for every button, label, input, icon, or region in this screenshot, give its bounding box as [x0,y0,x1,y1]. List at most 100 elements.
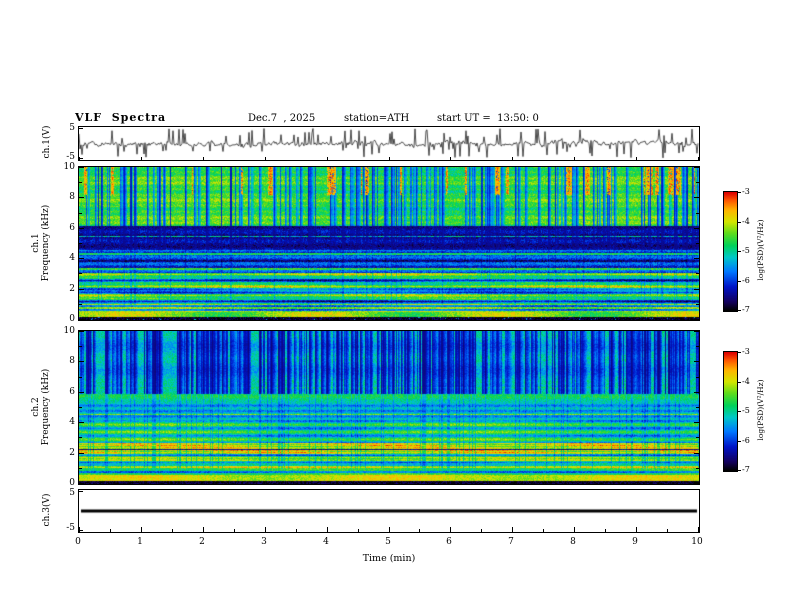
spec2-y-tick-label: 2 [69,448,75,458]
x-minor-tick-mark [296,529,297,532]
ch3-waveform-canvas [79,490,699,532]
spec1-y-tick-mark [79,304,82,305]
ch1-waveform-panel [78,126,700,161]
station-label: station=ATH [344,113,410,124]
x-tick-mark [389,527,390,532]
x-tick-mark [450,157,451,160]
x-tick-mark [512,527,513,532]
cbar2-tick-label: -4 [742,377,750,386]
x-tick-mark [636,157,637,160]
spec2-y-tick-label: 10 [63,326,75,336]
x-tick-mark [327,527,328,532]
cbar1-tick-label: -5 [742,246,750,255]
x-tick-mark [265,157,266,160]
x-tick-label: 6 [446,537,452,547]
spec1-y-tick-mark [696,273,699,274]
x-minor-tick-mark [172,529,173,532]
ch3-y-tick-mark [79,491,83,492]
cbar1-tick-label: -7 [742,305,750,314]
x-tick-label: 1 [137,537,143,547]
ch2-label-line2: Frequency (kHz) [41,368,51,446]
cbar1-tick-mark [738,251,741,252]
spec1-y-tick-label: 8 [69,192,75,202]
x-minor-tick-mark [605,529,606,532]
ch1-spectrogram-ylabel: ch.1 Frequency (kHz) [31,188,51,298]
x-minor-tick-mark [481,529,482,532]
cbar2-tick-mark [738,352,741,353]
spec1-y-tick-mark [79,319,84,320]
x-tick-mark [450,527,451,532]
ch1-waveform-ylabel: ch.1(V) [42,125,52,159]
spec1-y-tick-mark [694,289,699,290]
spec2-y-tick-mark [694,453,699,454]
spec1-y-tick-mark [79,167,84,168]
ch3-ymin-label: -5 [66,523,75,533]
x-tick-mark [636,527,637,532]
x-tick-mark [141,157,142,160]
spec2-y-tick-mark [696,407,699,408]
ch1-waveform-canvas [79,127,699,160]
spec2-y-tick-mark [79,453,84,454]
ch2-spectrogram-ylabel: ch.2 Frequency (kHz) [31,352,51,462]
x-minor-tick-mark [543,529,544,532]
spec2-y-tick-mark [694,422,699,423]
spec2-y-tick-label: 8 [69,356,75,366]
x-minor-tick-mark [234,529,235,532]
cbar1-tick-label: -6 [742,276,750,285]
ch2-spectrogram-panel [78,330,700,485]
spec2-y-tick-mark [79,392,84,393]
spec1-y-tick-mark [694,197,699,198]
spec1-y-tick-mark [696,182,699,183]
spec1-y-tick-mark [79,258,84,259]
wave-ymin-label: -5 [66,152,75,162]
spec1-y-tick-label: 4 [69,253,75,263]
date-label: Dec.7 , 2025 [248,113,316,124]
cbar1-tick-label: -4 [742,217,750,226]
cbar1-tick-mark [738,222,741,223]
x-tick-mark [389,157,390,160]
cbar1-tick-mark [738,281,741,282]
x-minor-tick-mark [667,529,668,532]
x-tick-mark [327,157,328,160]
spec1-y-tick-mark [79,182,82,183]
spec1-y-tick-mark [694,319,699,320]
cbar2-tick-label: -6 [742,436,750,445]
x-tick-label: 0 [75,537,81,547]
x-tick-mark [265,527,266,532]
spec2-y-tick-mark [694,331,699,332]
ch3-y-tick-mark [79,530,83,531]
spec2-y-tick-mark [694,483,699,484]
spec2-y-tick-mark [696,346,699,347]
ch3-ymax-label: 5 [69,488,75,498]
x-tick-label: 7 [508,537,514,547]
spec2-y-tick-mark [79,483,84,484]
cbar2-tick-label: -7 [742,465,750,474]
spec1-y-tick-mark [696,304,699,305]
colorbar-1-canvas [724,192,737,311]
spec2-y-tick-mark [79,361,84,362]
ch1-label-line1: ch.1 [31,233,41,253]
x-minor-tick-mark [110,529,111,532]
x-tick-mark [203,157,204,160]
wave-y-tick-mark [79,128,83,129]
wave-y-tick-mark [79,158,83,159]
x-tick-mark [574,157,575,160]
spec2-y-tick-mark [79,468,82,469]
spec1-y-tick-mark [694,167,699,168]
x-tick-label: 3 [261,537,267,547]
ch1-label-line2: Frequency (kHz) [41,204,51,282]
x-tick-mark [698,157,699,160]
spec1-y-tick-mark [79,197,84,198]
wave-ymax-label: 5 [69,123,75,133]
cbar1-tick-mark [738,310,741,311]
ch1-spectrogram-canvas [79,167,699,320]
x-minor-tick-mark [358,529,359,532]
x-tick-mark [698,527,699,532]
ch2-label-line1: ch.2 [31,397,41,417]
spec1-y-tick-mark [79,273,82,274]
spec1-y-tick-label: 2 [69,284,75,294]
cbar2-tick-label: -3 [742,347,750,356]
cbar2-tick-mark [738,411,741,412]
spec2-y-tick-mark [694,361,699,362]
x-tick-mark [512,157,513,160]
